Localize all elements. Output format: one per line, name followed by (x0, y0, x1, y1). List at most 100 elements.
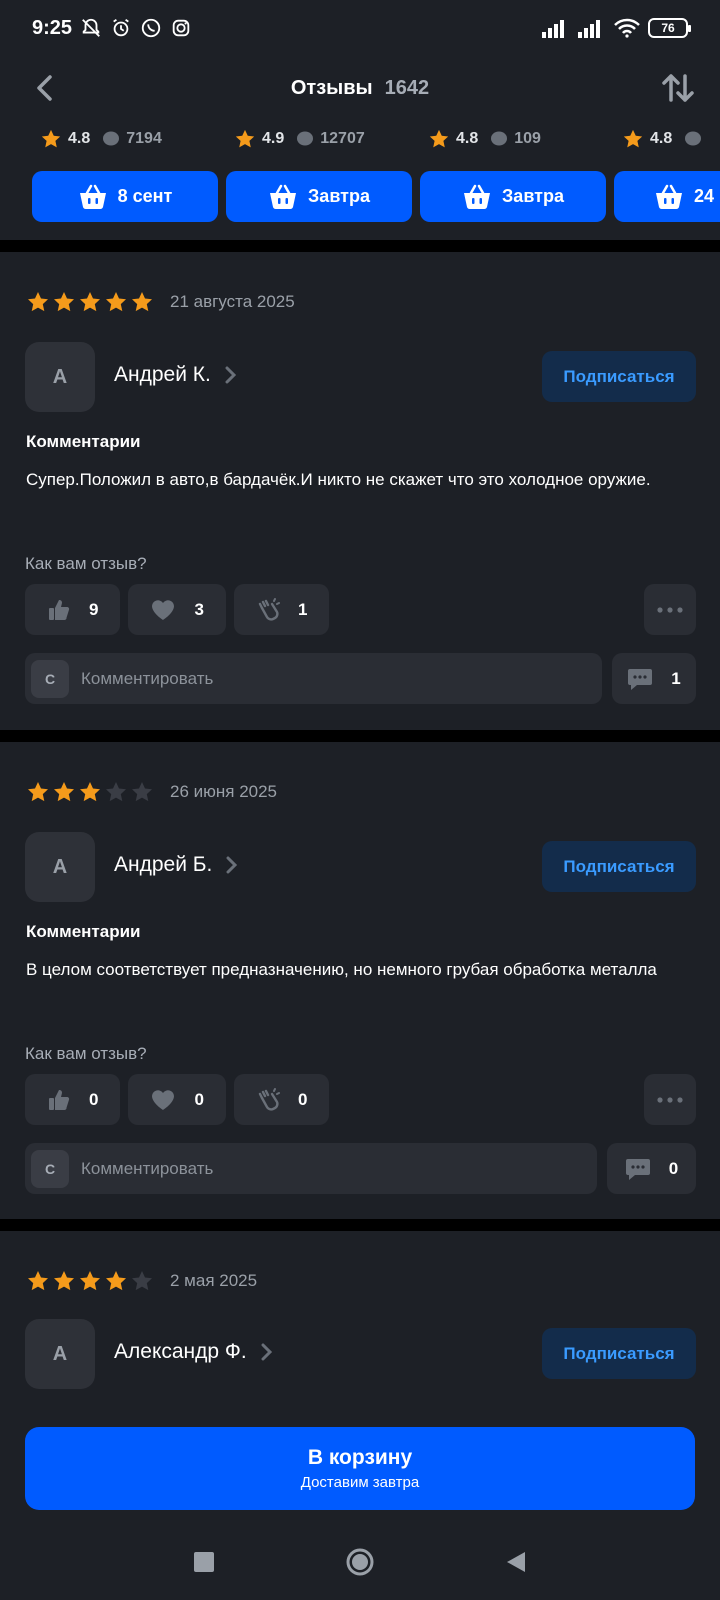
offer-card[interactable]: 4.8 24 (614, 120, 720, 222)
add-to-cart-button[interactable]: В корзину Доставим завтра (25, 1427, 695, 1510)
reviews-count: 1642 (384, 76, 430, 99)
chevron-right-icon (225, 366, 236, 384)
add-to-cart-offer-button[interactable]: Завтра (226, 171, 412, 222)
wifi-icon (614, 18, 640, 38)
back-triangle-icon[interactable] (505, 1550, 527, 1574)
offer-rating: 4.8 (456, 130, 479, 147)
subscribe-button[interactable]: Подписаться (542, 841, 696, 892)
comments-button[interactable]: 0 (607, 1143, 696, 1194)
star-filled-icon (80, 782, 100, 802)
star-filled-icon (54, 292, 74, 312)
more-dots-icon (657, 1096, 683, 1103)
home-circle-icon[interactable] (345, 1547, 375, 1577)
star-icon (235, 129, 255, 148)
comment-input[interactable]: С Комментировать (25, 1143, 597, 1194)
star-empty-icon (132, 782, 152, 802)
hearts-count: 0 (194, 1089, 204, 1109)
offer-card[interactable]: 4.8 109 Завтра (420, 120, 606, 222)
more-options-button[interactable] (644, 1074, 696, 1125)
review-author[interactable]: Андрей Б. (114, 853, 238, 877)
subscribe-button[interactable]: Подписаться (542, 351, 696, 402)
star-filled-icon (28, 1271, 48, 1291)
comment-bubble-icon (297, 131, 314, 146)
sort-icon[interactable] (658, 68, 698, 108)
star-filled-icon (106, 1271, 126, 1291)
signal-icon (542, 20, 564, 38)
star-icon (41, 129, 61, 148)
avatar[interactable]: А (25, 832, 95, 902)
comment-bubble-icon (685, 131, 702, 146)
chevron-right-icon (226, 856, 238, 874)
status-time: 9:25 (32, 16, 73, 39)
offer-card[interactable]: 4.8 7194 8 сент (32, 120, 218, 222)
chevron-right-icon (261, 1343, 272, 1361)
alarm-icon (113, 18, 129, 37)
comments-count: 0 (668, 1158, 679, 1178)
thumbs-up-icon (49, 599, 70, 620)
avatar[interactable]: А (25, 342, 95, 412)
review-card: 2 мая 2025 А Александр Ф. Подписаться (0, 1231, 720, 1411)
back-arrow-icon[interactable] (28, 70, 64, 106)
offer-delivery-label: Завтра (308, 186, 370, 206)
comment-text: В целом соответствует предназначению, но… (26, 960, 657, 979)
subscribe-button[interactable]: Подписаться (542, 1328, 696, 1379)
review-date: 2 мая 2025 (170, 1271, 258, 1290)
comments-button[interactable]: 1 (612, 653, 696, 704)
star-empty-icon (132, 1271, 152, 1291)
clapping-hands-icon (258, 597, 280, 621)
add-to-cart-offer-button[interactable]: 8 сент (32, 171, 218, 222)
author-name: Александр Ф. (114, 1340, 247, 1363)
whatsapp-icon (141, 18, 161, 38)
claps-count: 1 (297, 599, 308, 619)
more-dots-icon (657, 606, 683, 613)
clap-button[interactable]: 1 (233, 584, 330, 635)
more-options-button[interactable] (644, 584, 696, 635)
hearts-count: 3 (194, 599, 204, 619)
offer-delivery-label: Завтра (502, 186, 564, 206)
system-navigation-bar (0, 1524, 720, 1600)
offer-delivery-label: 8 сент (117, 186, 173, 206)
current-user-avatar: С (31, 1149, 69, 1188)
like-button[interactable]: 9 (25, 584, 121, 635)
avatar[interactable]: А (25, 1319, 95, 1389)
like-button[interactable]: 0 (25, 1074, 121, 1125)
sellers-offers-strip[interactable]: 4.8 7194 8 сент 4.9 12707 Завтра 4.8 109… (32, 120, 720, 240)
comment-placeholder: Комментировать (81, 668, 214, 688)
heart-button[interactable]: 0 (128, 1074, 226, 1125)
star-empty-icon (106, 782, 126, 802)
offer-reviews-count: 7194 (126, 130, 162, 147)
star-filled-icon (54, 782, 74, 802)
review-author[interactable]: Александр Ф. (114, 1340, 273, 1364)
recents-square-icon[interactable] (193, 1551, 215, 1573)
comments-count: 1 (671, 668, 681, 688)
clap-button[interactable]: 0 (233, 1074, 330, 1125)
cart-icon (270, 184, 297, 209)
heart-button[interactable]: 3 (128, 584, 226, 635)
cart-button-subtitle: Доставим завтра (300, 1474, 420, 1491)
offer-card[interactable]: 4.9 12707 Завтра (226, 120, 412, 222)
clapping-hands-icon (258, 1087, 280, 1111)
comment-heading: Комментарии (26, 922, 141, 941)
status-bar: 9:25 76 (0, 0, 720, 56)
comment-bubble-icon (103, 131, 120, 146)
cart-icon (464, 184, 491, 209)
heart-icon (152, 1089, 175, 1110)
star-icon (429, 129, 449, 148)
add-to-cart-offer-button[interactable]: 24 (614, 171, 720, 222)
review-author[interactable]: Андрей К. (114, 363, 237, 387)
page-header: Отзывы 1642 (0, 56, 720, 120)
bell-off-icon (82, 18, 100, 37)
signal-icon-2 (578, 20, 600, 38)
star-filled-icon (80, 1271, 100, 1291)
review-rating: 2 мая 2025 (26, 1269, 257, 1293)
add-to-cart-offer-button[interactable]: Завтра (420, 171, 606, 222)
star-filled-icon (28, 782, 48, 802)
comment-input[interactable]: С Комментировать (25, 653, 602, 704)
review-card: 21 августа 2025 А Андрей К. Подписаться … (0, 252, 720, 730)
section-divider (0, 240, 720, 252)
chat-bubble-icon (625, 1158, 650, 1180)
heart-icon (152, 599, 175, 620)
likes-count: 0 (89, 1089, 99, 1109)
review-helpful-question: Как вам отзыв? (25, 554, 147, 573)
cart-icon (656, 184, 682, 209)
